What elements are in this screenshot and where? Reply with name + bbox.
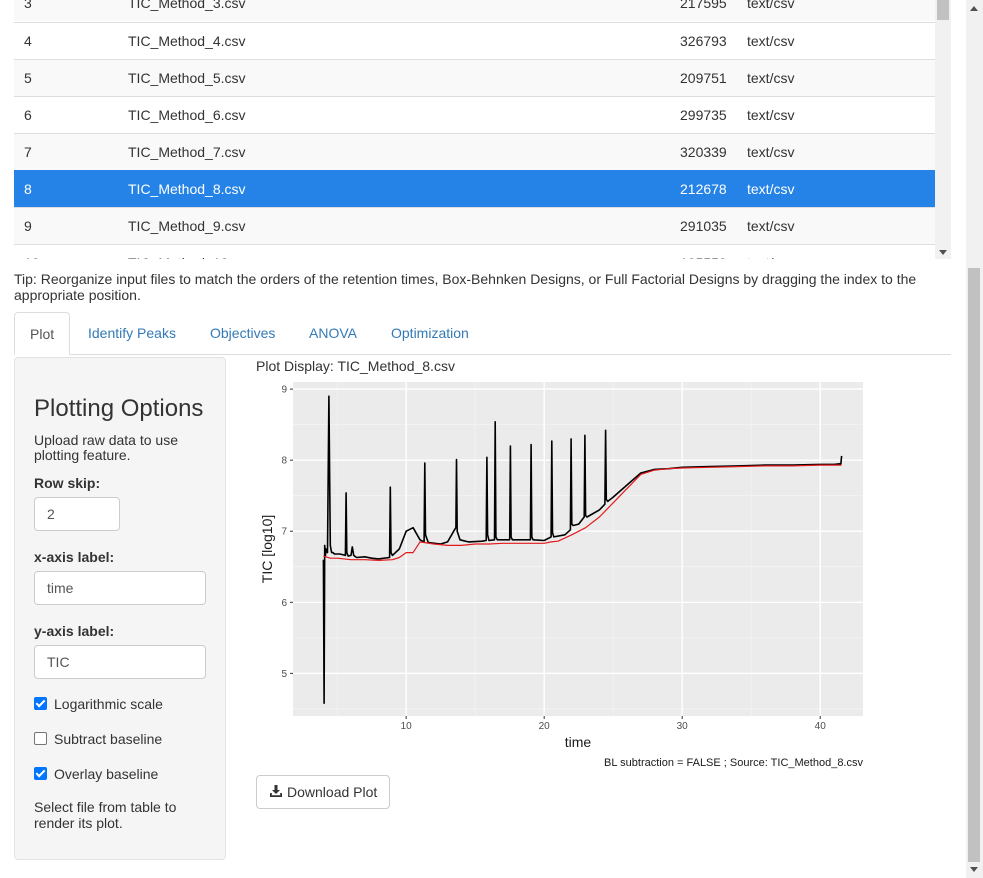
row-index[interactable]: 10 [24, 245, 40, 259]
tab-optimization[interactable]: Optimization [376, 312, 484, 354]
table-row[interactable]: 4 TIC_Method_4.csv 326793 text/csv [14, 22, 935, 59]
row-filename: TIC_Method_10.csv [128, 245, 253, 259]
row-filename: TIC_Method_5.csv [128, 70, 246, 86]
download-plot-label: Download Plot [287, 784, 378, 800]
subtract-baseline-label[interactable]: Subtract baseline [54, 730, 162, 748]
panel-description: Upload raw data to use plotting feature. [34, 432, 178, 463]
row-type: text/csv [747, 218, 795, 234]
tab-bar: Plot Identify Peaks Objectives ANOVA Opt… [14, 312, 951, 355]
overlay-baseline-checkbox[interactable] [34, 767, 47, 780]
y-tick-label: 5 [281, 669, 287, 680]
table-scrollbar-thumb[interactable] [937, 0, 949, 20]
tab-objectives[interactable]: Objectives [195, 312, 290, 354]
plot-panel [293, 382, 863, 716]
row-index[interactable]: 3 [24, 0, 32, 21]
y-tick-label: 9 [281, 385, 287, 396]
row-filename: TIC_Method_8.csv [128, 181, 246, 197]
row-type: text/csv [747, 0, 795, 11]
row-type: text/csv [747, 107, 795, 123]
row-size: 217595 [680, 0, 727, 11]
row-size: 291035 [680, 218, 727, 234]
table-row[interactable]: 10 TIC_Method_10.csv 195559 text/csv [14, 244, 935, 259]
table-row[interactable]: 9 TIC_Method_9.csv 291035 text/csv [14, 207, 935, 244]
tab-identify-peaks[interactable]: Identify Peaks [73, 312, 191, 354]
x-tick-label: 30 [677, 721, 689, 732]
table-row[interactable]: 5 TIC_Method_5.csv 209751 text/csv [14, 59, 935, 96]
y-axis-title: TIC [log10] [259, 515, 275, 583]
row-skip-input[interactable] [34, 497, 120, 531]
overlay-baseline-label[interactable]: Overlay baseline [54, 765, 158, 783]
page-scrollbar-thumb[interactable] [968, 268, 980, 862]
x-tick-label: 40 [815, 721, 827, 732]
row-size: 209751 [680, 70, 727, 86]
row-type: text/csv [747, 245, 794, 259]
row-filename: TIC_Method_6.csv [128, 107, 246, 123]
row-index[interactable]: 9 [24, 208, 32, 244]
table-row[interactable]: 3 TIC_Method_3.csv 217595 text/csv [14, 0, 935, 21]
y-tick-label: 6 [281, 598, 287, 609]
x-axis-label-input[interactable] [34, 571, 206, 605]
row-index[interactable]: 8 [24, 171, 32, 207]
row-filename: TIC_Method_9.csv [128, 218, 246, 234]
row-index[interactable]: 7 [24, 134, 32, 170]
y-tick-label: 8 [281, 456, 287, 467]
log-scale-checkbox[interactable] [34, 697, 47, 710]
reorder-tip: Tip: Reorganize input files to match the… [14, 271, 917, 303]
row-filename: TIC_Method_7.csv [128, 144, 246, 160]
row-filename: TIC_Method_4.csv [128, 33, 246, 49]
plot-caption: BL subtraction = FALSE ; Source: TIC_Met… [604, 757, 863, 769]
row-skip-label: Row skip: [34, 475, 101, 491]
plot-display-title: Plot Display: TIC_Method_8.csv [256, 358, 455, 374]
row-index[interactable]: 4 [24, 23, 32, 59]
page-scrollbar[interactable] [966, 0, 983, 878]
row-index[interactable]: 6 [24, 97, 32, 133]
row-filename: TIC_Method_3.csv [128, 0, 246, 11]
x-tick-label: 20 [539, 721, 551, 732]
row-size: 299735 [680, 107, 727, 123]
x-axis-label-label: x-axis label: [34, 549, 115, 565]
row-size: 326793 [680, 33, 727, 49]
scroll-up-arrow-icon[interactable] [970, 6, 978, 11]
files-table: 3 TIC_Method_3.csv 217595 text/csv 4 TIC… [14, 0, 935, 259]
x-axis-title: time [565, 734, 592, 750]
y-tick-label: 7 [281, 527, 287, 538]
row-size: 320339 [680, 144, 727, 160]
row-type: text/csv [747, 70, 795, 86]
download-plot-button[interactable]: Download Plot [256, 775, 391, 809]
table-row-selected[interactable]: 8 TIC_Method_8.csv 212678 text/csv [14, 170, 935, 207]
table-scrollbar[interactable] [935, 0, 951, 259]
table-row[interactable]: 7 TIC_Method_7.csv 320339 text/csv [14, 133, 935, 170]
log-scale-label[interactable]: Logarithmic scale [54, 695, 163, 713]
y-axis-label-input[interactable] [34, 645, 206, 679]
row-type: text/csv [747, 144, 795, 160]
row-size: 195559 [680, 245, 727, 259]
panel-footer-hint: Select file from table to render its plo… [34, 799, 177, 831]
tab-anova[interactable]: ANOVA [294, 312, 372, 354]
row-type: text/csv [747, 181, 795, 197]
scroll-down-arrow-icon[interactable] [970, 867, 978, 872]
tic-chart: 10 20 30 40 5 6 7 8 9 time TIC [log10] BL subtra… [259, 382, 863, 769]
table-row[interactable]: 6 TIC_Method_6.csv 299735 text/csv [14, 96, 935, 133]
scroll-down-arrow-icon[interactable] [939, 250, 947, 255]
row-index[interactable]: 5 [24, 60, 32, 96]
tab-plot[interactable]: Plot [14, 312, 71, 355]
download-icon [269, 777, 283, 809]
y-axis-label-label: y-axis label: [34, 623, 115, 639]
x-tick-label: 10 [401, 721, 413, 732]
plotting-options-panel: Plotting Options Upload raw data to use … [14, 357, 226, 860]
row-type: text/csv [747, 33, 795, 49]
panel-title: Plotting Options [34, 395, 204, 422]
subtract-baseline-checkbox[interactable] [34, 732, 47, 745]
row-size: 212678 [680, 181, 727, 197]
